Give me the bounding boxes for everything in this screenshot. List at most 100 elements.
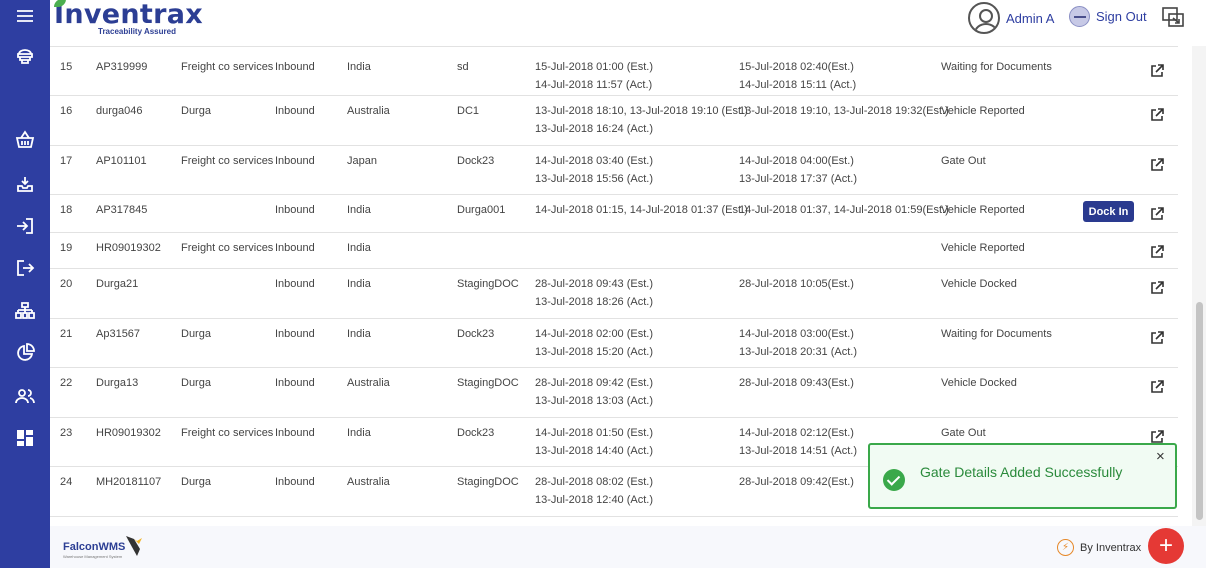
open-external-icon[interactable] — [1150, 108, 1164, 122]
arrival-time: 14-Jul-2018 01:50 (Est.) — [535, 427, 654, 439]
departure-time: 28-Jul-2018 09:43(Est.) — [739, 377, 854, 389]
status-text: Gate Out — [941, 155, 986, 167]
country: Japan — [347, 155, 377, 167]
row-number: 24 — [60, 476, 73, 488]
dock-name: sd — [457, 61, 469, 73]
sign-out-icon — [1069, 6, 1090, 27]
country: India — [347, 427, 371, 439]
dock-name: StagingDOC — [457, 377, 519, 389]
open-external-icon[interactable] — [1150, 331, 1164, 345]
hierarchy-icon[interactable] — [13, 299, 37, 323]
customer-name: Durga — [181, 377, 211, 389]
arrival-time-actual: 13-Jul-2018 13:03 (Act.) — [535, 395, 654, 407]
open-external-icon[interactable] — [1150, 64, 1164, 78]
vehicle-number: AP319999 — [96, 61, 148, 73]
arrival-time-actual: 14-Jul-2018 11:57 (Act.) — [535, 79, 653, 91]
arrival-time: 28-Jul-2018 08:02 (Est.) — [535, 476, 654, 488]
country: India — [347, 61, 371, 73]
basket-icon[interactable] — [13, 128, 37, 152]
table-row[interactable]: 16 durga046 Durga Inbound Australia DC1 13-Jul… — [50, 96, 1178, 146]
status-text: Vehicle Docked — [941, 377, 1017, 389]
status-text: Vehicle Reported — [941, 242, 1025, 254]
table-row[interactable]: 18 AP317845 Inbound India Durga001 14-Jul-201… — [50, 195, 1178, 233]
shipment-type: Inbound — [275, 377, 315, 389]
open-external-icon[interactable] — [1150, 245, 1164, 259]
country: Australia — [347, 377, 390, 389]
toast-message: Gate Details Added Successfully — [920, 464, 1123, 480]
customer-name: Durga — [181, 105, 211, 117]
row-number: 22 — [60, 377, 73, 389]
open-external-icon[interactable] — [1150, 281, 1164, 295]
by-inventrax-label: By Inventrax — [1080, 541, 1142, 554]
country: India — [347, 278, 371, 290]
dock-name: Dock23 — [457, 155, 495, 167]
vehicle-number: durga046 — [96, 105, 143, 117]
row-number: 23 — [60, 427, 73, 439]
departure-time: 15-Jul-2018 02:40(Est.) — [739, 61, 854, 73]
dock-name: Dock23 — [457, 328, 495, 340]
table-row[interactable]: 15 AP319999 Freight co services Inbound Indi… — [50, 52, 1178, 96]
row-number: 21 — [60, 328, 73, 340]
country: India — [347, 242, 371, 254]
pie-chart-icon[interactable] — [13, 341, 37, 365]
table-row[interactable]: 17 AP101101 Freight co services Inbound Japa… — [50, 146, 1178, 195]
logout-icon[interactable] — [13, 256, 37, 280]
status-text: Waiting for Documents — [941, 61, 1052, 73]
user-name: Admin A — [1006, 10, 1055, 26]
open-external-icon[interactable] — [1150, 380, 1164, 394]
inventrax-logo[interactable]: Inventrax Traceability Assured — [54, 0, 203, 36]
vehicle-number: Durga13 — [96, 377, 139, 389]
customer-name: Freight co services — [181, 155, 274, 167]
country: Australia — [347, 105, 390, 117]
row-number: 16 — [60, 105, 73, 117]
status-text: Vehicle Reported — [941, 204, 1025, 216]
open-external-icon[interactable] — [1150, 207, 1164, 221]
shipment-type: Inbound — [275, 476, 315, 488]
table-row[interactable]: 20 Durga21 Inbound India StagingDOC 28-Jul-20… — [50, 269, 1178, 319]
dock-in-button[interactable]: Dock In — [1083, 201, 1134, 222]
login-icon[interactable] — [13, 214, 37, 238]
departure-time: 28-Jul-2018 09:42(Est.) — [739, 476, 854, 488]
table-row[interactable]: 22 Durga13 Durga Inbound Australia StagingDOC… — [50, 368, 1178, 418]
fullscreen-icon[interactable] — [1161, 6, 1185, 28]
shipment-type: Inbound — [275, 204, 315, 216]
vehicle-number: HR09019302 — [96, 242, 161, 254]
cloud-stack-icon[interactable] — [13, 44, 37, 68]
sign-out-button[interactable]: Sign Out — [1069, 6, 1147, 27]
table-top-border — [50, 46, 1178, 47]
arrival-time-actual: 13-Jul-2018 12:40 (Act.) — [535, 494, 654, 506]
row-number: 18 — [60, 204, 73, 216]
user-menu[interactable]: Admin A — [968, 2, 1054, 34]
logo-text: Inventrax — [54, 0, 203, 30]
inbox-icon[interactable] — [13, 172, 37, 196]
row-number: 20 — [60, 278, 73, 290]
falconwms-tagline: Warehouse Management System — [63, 554, 123, 559]
table-row[interactable]: 19 HR09019302 Freight co services Inbound In… — [50, 233, 1178, 269]
close-icon[interactable]: × — [1156, 449, 1165, 465]
users-icon[interactable] — [13, 384, 37, 408]
add-button[interactable]: + — [1148, 528, 1184, 564]
customer-name: Freight co services — [181, 61, 274, 73]
departure-time-actual: 13-Jul-2018 17:37 (Act.) — [739, 173, 858, 185]
country: Australia — [347, 476, 390, 488]
scrollbar-thumb[interactable] — [1196, 302, 1203, 520]
status-text: Waiting for Documents — [941, 328, 1052, 340]
shipment-type: Inbound — [275, 242, 315, 254]
open-external-icon[interactable] — [1150, 158, 1164, 172]
dashboard-icon[interactable] — [13, 426, 37, 450]
vehicle-number: Ap31567 — [96, 328, 141, 340]
arrival-time-actual: 13-Jul-2018 14:40 (Act.) — [535, 445, 654, 457]
top-header: Inventrax Traceability Assured Admin A S… — [50, 0, 1206, 46]
departure-time: 14-Jul-2018 03:00(Est.) — [739, 328, 854, 340]
shipment-type: Inbound — [275, 105, 315, 117]
open-external-icon[interactable] — [1150, 430, 1164, 444]
dock-name: Dock23 — [457, 427, 495, 439]
menu-icon[interactable] — [13, 4, 37, 28]
arrival-time-actual: 13-Jul-2018 15:56 (Act.) — [535, 173, 654, 185]
arrival-time-actual: 13-Jul-2018 15:20 (Act.) — [535, 346, 654, 358]
vehicle-number: AP101101 — [96, 155, 147, 167]
table-row[interactable]: 21 Ap31567 Durga Inbound India Dock23 14-Jul-2… — [50, 319, 1178, 368]
falconwms-logo: FalconWMS — [63, 541, 126, 553]
shipment-type: Inbound — [275, 61, 315, 73]
footer: FalconWMS Warehouse Management System ⚡ … — [50, 526, 1206, 568]
